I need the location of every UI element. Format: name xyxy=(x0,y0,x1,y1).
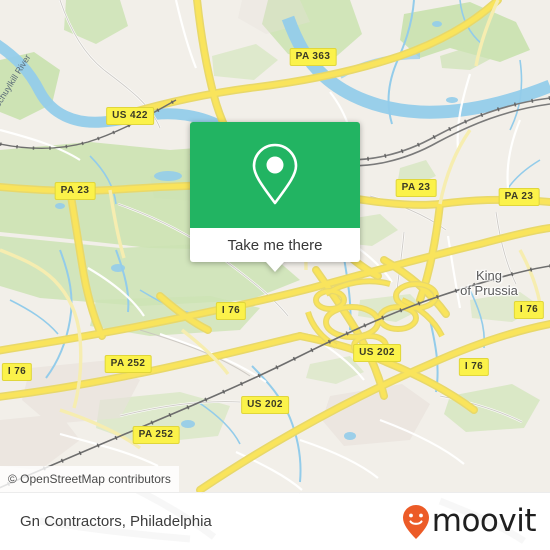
shield-i-76-upper-right[interactable]: I 76 xyxy=(513,301,545,319)
popup-pointer xyxy=(266,262,284,272)
shield-pa-363[interactable]: PA 363 xyxy=(289,48,337,66)
map-popup[interactable]: Take me there xyxy=(190,122,360,272)
shield-pa-23-east[interactable]: PA 23 xyxy=(498,188,540,206)
footer-bar: Gn Contractors, Philadelphia moovit xyxy=(0,492,550,550)
moovit-wordmark: moovit xyxy=(431,503,537,539)
map-canvas[interactable]: PA 363 US 422 PA 23 PA 23 PA 23 I 76 I 7… xyxy=(0,0,550,492)
shield-i-76-center[interactable]: I 76 xyxy=(215,302,247,320)
map-pin-icon xyxy=(252,143,298,205)
shield-pa-23-center[interactable]: PA 23 xyxy=(395,179,437,197)
shield-i-76-lower-right[interactable]: I 76 xyxy=(458,358,490,376)
osm-attribution[interactable]: © OpenStreetMap contributors xyxy=(0,466,179,492)
moovit-pin-icon xyxy=(402,504,429,539)
shield-us-202-mid[interactable]: US 202 xyxy=(353,344,401,362)
page-title: Gn Contractors, Philadelphia xyxy=(20,513,212,530)
shield-us-422[interactable]: US 422 xyxy=(106,107,154,125)
shield-pa-252-upper[interactable]: PA 252 xyxy=(104,355,152,373)
take-me-there-label: Take me there xyxy=(227,236,323,254)
moovit-map-screen: PA 363 US 422 PA 23 PA 23 PA 23 I 76 I 7… xyxy=(0,0,550,550)
shield-i-76-west[interactable]: I 76 xyxy=(1,363,33,381)
moovit-logo[interactable]: moovit xyxy=(401,503,537,540)
shield-us-202-lower[interactable]: US 202 xyxy=(241,396,289,414)
popup-header xyxy=(190,122,360,228)
shield-pa-23-west[interactable]: PA 23 xyxy=(54,182,96,200)
attribution-text: © OpenStreetMap contributors xyxy=(8,472,171,486)
shield-pa-252-lower[interactable]: PA 252 xyxy=(132,426,180,444)
popup-footer[interactable]: Take me there xyxy=(190,228,360,272)
